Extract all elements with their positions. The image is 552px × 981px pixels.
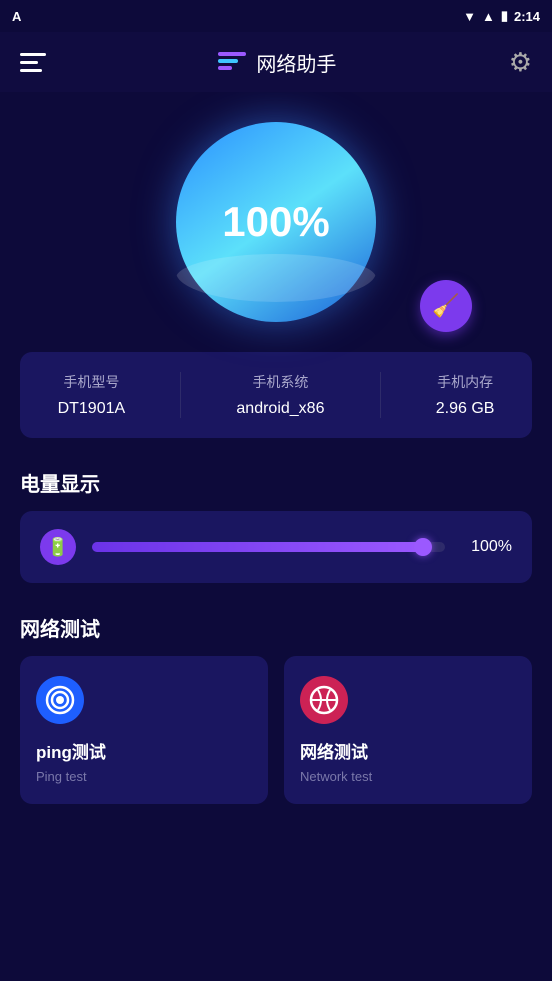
device-system-value: android_x86 <box>236 400 324 418</box>
device-system-item: 手机系统 android_x86 <box>236 372 324 418</box>
ping-wave-icon <box>45 685 75 715</box>
device-model-item: 手机型号 DT1901A <box>58 372 126 418</box>
device-system-label: 手机系统 <box>252 372 308 392</box>
divider-1 <box>180 372 181 418</box>
settings-button[interactable]: ⚙ <box>509 47 532 78</box>
battery-bar-dot <box>414 538 432 556</box>
device-model-value: DT1901A <box>58 400 126 418</box>
device-info-card: 手机型号 DT1901A 手机系统 android_x86 手机内存 2.96 … <box>20 352 532 438</box>
battery-icon: ▮ <box>501 8 508 24</box>
ping-test-card[interactable]: ping测试 Ping test <box>20 656 268 804</box>
main-content: 100% 🧹 手机型号 DT1901A 手机系统 android_x86 手机内… <box>0 92 552 981</box>
divider-2 <box>380 372 381 418</box>
device-memory-label: 手机内存 <box>437 372 493 392</box>
network-cards: ping测试 Ping test 网络测试 Network test <box>20 656 532 804</box>
network-test-subtitle: Network test <box>300 769 372 784</box>
battery-section-title: 电量显示 <box>20 468 532 497</box>
menu-button[interactable] <box>20 53 46 72</box>
gauge-percent: 100% <box>222 198 329 246</box>
battery-percent-label: 100% <box>471 538 512 556</box>
toolbar: 网络助手 ⚙ <box>0 32 552 92</box>
logo-icon <box>218 52 246 72</box>
network-test-title: 网络测试 <box>300 738 368 763</box>
network-test-card[interactable]: 网络测试 Network test <box>284 656 532 804</box>
battery-icon-wrap: 🔋 <box>40 529 76 565</box>
app-title: 网络助手 <box>218 48 336 77</box>
network-section-title: 网络测试 <box>20 613 532 642</box>
ping-icon-wrap <box>36 676 84 724</box>
device-memory-value: 2.96 GB <box>436 400 495 418</box>
logo-line-1 <box>218 52 246 56</box>
device-memory-item: 手机内存 2.96 GB <box>436 372 495 418</box>
menu-line-2 <box>20 61 38 64</box>
app-title-text: 网络助手 <box>256 48 336 77</box>
battery-icon: 🔋 <box>47 537 69 558</box>
signal-icon: ▲ <box>482 9 495 24</box>
gauge-container: 100% 🧹 <box>20 122 532 322</box>
status-bar: A ▼ ▲ ▮ 2:14 <box>0 0 552 32</box>
device-model-label: 手机型号 <box>63 372 119 392</box>
status-bar-right: ▼ ▲ ▮ 2:14 <box>463 8 540 24</box>
status-bar-left-icon: A <box>12 9 21 24</box>
logo-line-3 <box>218 66 232 70</box>
wifi-icon: ▼ <box>463 9 476 24</box>
clean-button[interactable]: 🧹 <box>420 280 472 332</box>
logo-line-2 <box>218 59 238 63</box>
battery-card: 🔋 100% <box>20 511 532 583</box>
clean-icon: 🧹 <box>432 293 459 319</box>
battery-bar-fill <box>92 542 427 552</box>
ping-test-title: ping测试 <box>36 738 106 763</box>
network-icon-wrap <box>300 676 348 724</box>
ping-test-subtitle: Ping test <box>36 769 87 784</box>
circle-gauge: 100% <box>176 122 376 322</box>
time-display: 2:14 <box>514 9 540 24</box>
ie-icon <box>309 685 339 715</box>
battery-bar-container <box>92 542 445 552</box>
menu-line-1 <box>20 53 46 56</box>
menu-line-3 <box>20 69 42 72</box>
